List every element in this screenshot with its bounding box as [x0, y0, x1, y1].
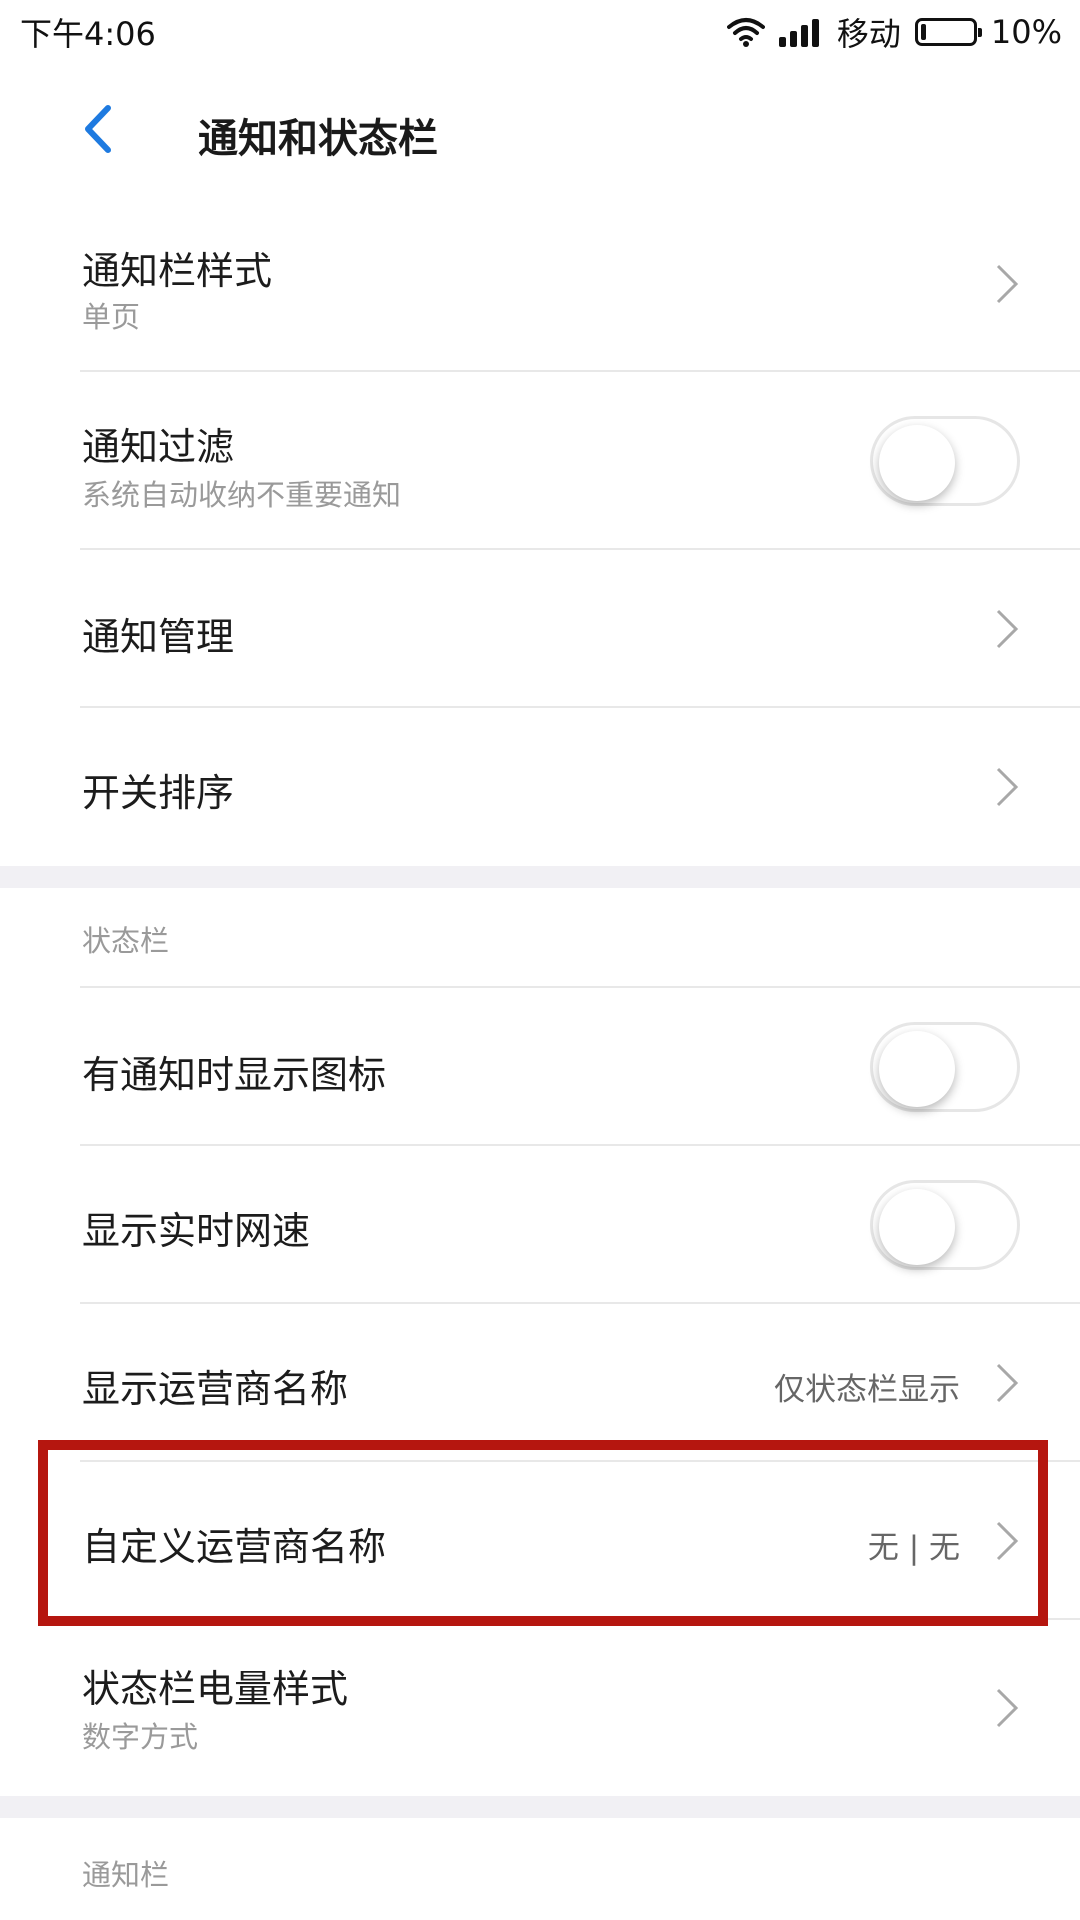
- section-gap: [0, 1796, 1080, 1818]
- chevron-right-icon: [996, 1688, 1019, 1728]
- row-title: 开关排序: [82, 771, 235, 815]
- carrier-name: 移动: [836, 15, 901, 53]
- section-title: 状态栏: [82, 924, 170, 958]
- settings-row-notification-management[interactable]: 通知管理: [0, 550, 1080, 708]
- row-title: 通知管理: [82, 615, 235, 659]
- row-title: 自定义运营商名称: [82, 1525, 387, 1569]
- row-title: 状态栏电量样式: [82, 1667, 349, 1711]
- settings-row-show-icon-on-notification[interactable]: 有通知时显示图标: [0, 988, 1080, 1146]
- row-value: 无 | 无: [867, 1530, 960, 1566]
- settings-row-notification-style[interactable]: 通知栏样式 单页: [0, 194, 1080, 372]
- section-gap: [0, 866, 1080, 888]
- page-header: 通知和状态栏: [0, 64, 1080, 194]
- network-speed-toggle[interactable]: [870, 1180, 1020, 1270]
- toggle-knob: [879, 1031, 955, 1107]
- battery-level-fill: [920, 24, 926, 40]
- chevron-right-icon: [996, 609, 1019, 649]
- status-indicators: 移动 10%: [726, 9, 1062, 55]
- row-subtitle: 单页: [82, 300, 141, 334]
- row-title: 显示运营商名称: [82, 1367, 349, 1411]
- notification-filter-toggle[interactable]: [870, 416, 1020, 506]
- chevron-right-icon: [996, 767, 1019, 807]
- chevron-left-icon[interactable]: [78, 102, 118, 156]
- row-subtitle: 数字方式: [82, 1720, 199, 1754]
- row-title: 通知过滤: [82, 425, 235, 469]
- section-title: 通知栏: [82, 1858, 170, 1892]
- wifi-icon: [726, 18, 765, 47]
- section-header-notification-bar: 通知栏: [0, 1818, 1080, 1920]
- chevron-right-icon: [996, 264, 1019, 304]
- settings-row-switch-order[interactable]: 开关排序: [0, 708, 1080, 866]
- status-time: 下午4:06: [20, 15, 156, 53]
- show-icon-toggle[interactable]: [870, 1022, 1020, 1112]
- settings-row-notification-filter[interactable]: 通知过滤 系统自动收纳不重要通知: [0, 372, 1080, 550]
- row-title: 通知栏样式: [82, 249, 273, 293]
- battery-icon: [914, 18, 982, 46]
- system-status-bar: 下午4:06 移动 10%: [0, 0, 1080, 64]
- page-title: 通知和状态栏: [198, 116, 438, 162]
- settings-row-battery-style[interactable]: 状态栏电量样式 数字方式: [0, 1620, 1080, 1796]
- settings-row-show-carrier-name[interactable]: 显示运营商名称 仅状态栏显示: [0, 1304, 1080, 1462]
- toggle-knob: [879, 1189, 955, 1265]
- settings-row-show-network-speed[interactable]: 显示实时网速: [0, 1146, 1080, 1304]
- settings-row-custom-carrier-name[interactable]: 自定义运营商名称 无 | 无: [0, 1462, 1080, 1620]
- chevron-right-icon: [996, 1521, 1019, 1561]
- battery-percent: 10%: [990, 13, 1062, 51]
- row-value: 仅状态栏显示: [774, 1372, 960, 1408]
- signal-icon: [778, 19, 819, 47]
- row-title: 有通知时显示图标: [82, 1053, 387, 1097]
- row-title: 显示实时网速: [82, 1209, 311, 1253]
- section-header-status-bar: 状态栏: [0, 888, 1080, 988]
- chevron-right-icon: [996, 1363, 1019, 1403]
- toggle-knob: [879, 425, 955, 501]
- row-subtitle: 系统自动收纳不重要通知: [82, 478, 402, 512]
